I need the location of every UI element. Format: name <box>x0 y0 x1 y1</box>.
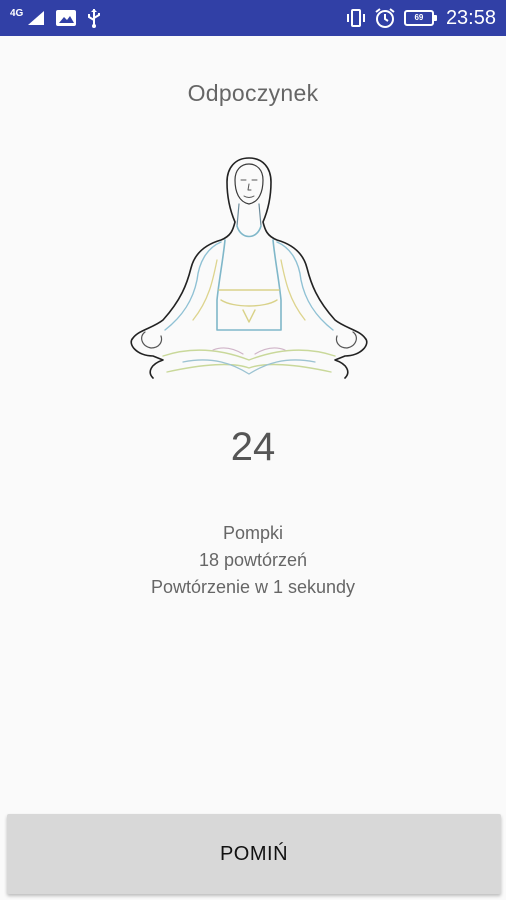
network-type-label: 4G <box>10 8 24 19</box>
meditation-figure-icon <box>130 157 368 379</box>
page-title: Odpoczynek <box>187 80 319 106</box>
battery-icon: 69 <box>403 10 437 26</box>
image-icon <box>56 10 77 26</box>
meditation-figure-image <box>123 150 375 380</box>
status-bar-left: 4G <box>10 0 101 36</box>
clock: 23:58 <box>445 6 496 29</box>
signal-icon <box>28 11 45 25</box>
next-exercise-info: Pompki 18 powtórzeń Powtórzenie w 1 seku… <box>0 520 506 601</box>
vibrate-icon <box>346 9 365 27</box>
status-bar-right: 69 23:58 <box>346 0 496 36</box>
usb-icon <box>88 9 101 28</box>
repetitions-count: 18 powtórzeń <box>198 550 308 570</box>
status-bar: 4G 69 23:58 <box>0 0 506 36</box>
repetition-timing: Powtórzenie w 1 sekundy <box>150 577 356 597</box>
rest-countdown: 24 <box>230 425 276 469</box>
alarm-icon <box>375 8 395 28</box>
exercise-name: Pompki <box>222 523 284 543</box>
skip-button[interactable]: POMIŃ <box>7 814 501 894</box>
battery-level: 69 <box>414 13 424 22</box>
